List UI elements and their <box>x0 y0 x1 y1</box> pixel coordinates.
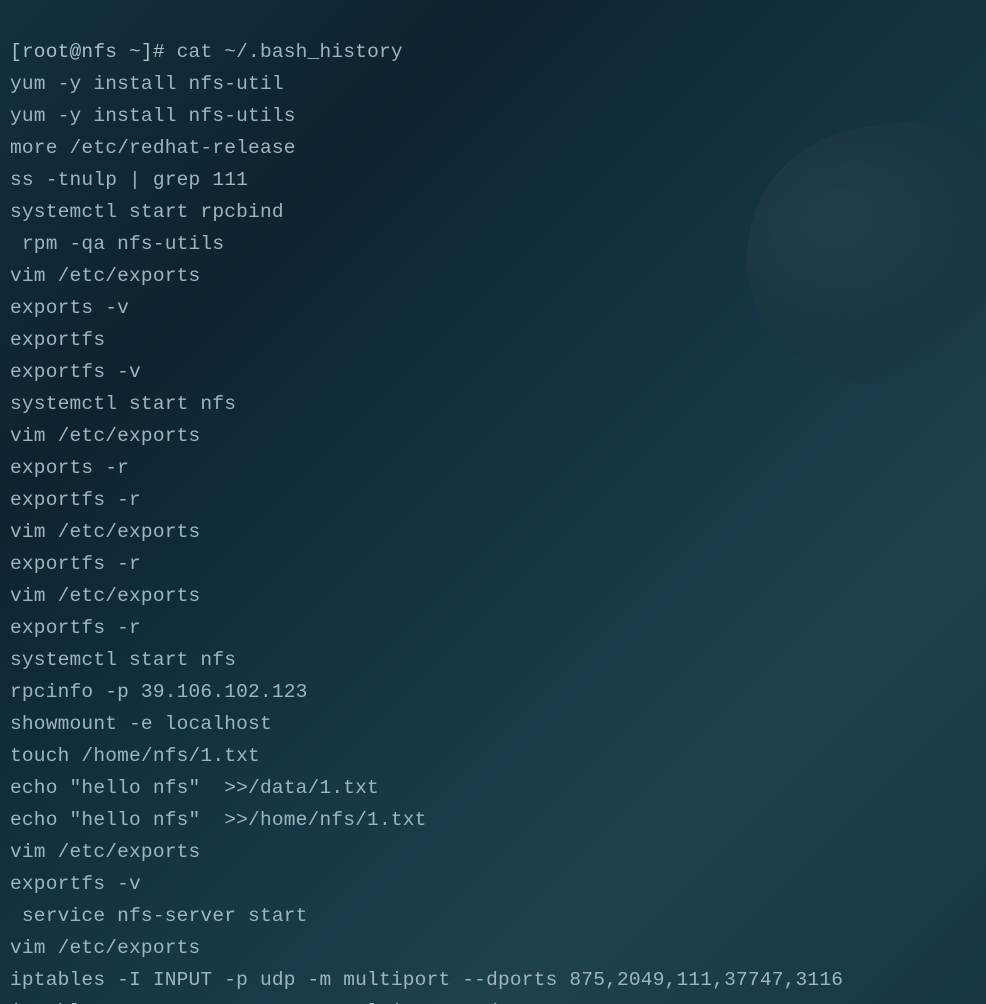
history-line: exportfs <box>10 324 976 356</box>
history-line: exportfs -r <box>10 548 976 580</box>
history-line: ss -tnulp | grep 111 <box>10 164 976 196</box>
history-line: vim /etc/exports <box>10 932 976 964</box>
history-line: systemctl start rpcbind <box>10 196 976 228</box>
history-line: rpm -qa nfs-utils <box>10 228 976 260</box>
prompt-line: [root@nfs ~]# cat ~/.bash_history <box>10 36 976 68</box>
history-line: showmount -e localhost <box>10 708 976 740</box>
history-line: yum -y install nfs-utils <box>10 100 976 132</box>
history-line: touch /home/nfs/1.txt <box>10 740 976 772</box>
terminal-output[interactable]: [root@nfs ~]# cat ~/.bash_historyyum -y … <box>0 0 986 1004</box>
history-line: vim /etc/exports <box>10 516 976 548</box>
entered-command: cat ~/.bash_history <box>177 41 403 63</box>
history-line: exportfs -r <box>10 484 976 516</box>
history-line: exportfs -r <box>10 612 976 644</box>
history-line: exportfs -v <box>10 868 976 900</box>
history-line: yum -y install nfs-util <box>10 68 976 100</box>
history-line: systemctl start nfs <box>10 388 976 420</box>
history-line: more /etc/redhat-release <box>10 132 976 164</box>
history-line: service nfs-server start <box>10 900 976 932</box>
history-line: iptables -I INPUT -p tcp -m multiport --… <box>10 996 976 1004</box>
history-line: echo "hello nfs" >>/home/nfs/1.txt <box>10 804 976 836</box>
history-line: exports -v <box>10 292 976 324</box>
history-line: vim /etc/exports <box>10 836 976 868</box>
shell-prompt: [root@nfs ~]# <box>10 41 177 63</box>
history-line: exports -r <box>10 452 976 484</box>
history-line: exportfs -v <box>10 356 976 388</box>
history-line: systemctl start nfs <box>10 644 976 676</box>
history-line: vim /etc/exports <box>10 580 976 612</box>
history-lines: yum -y install nfs-utilyum -y install nf… <box>10 68 976 1004</box>
history-line: rpcinfo -p 39.106.102.123 <box>10 676 976 708</box>
history-line: echo "hello nfs" >>/data/1.txt <box>10 772 976 804</box>
history-line: vim /etc/exports <box>10 260 976 292</box>
history-line: iptables -I INPUT -p udp -m multiport --… <box>10 964 976 996</box>
history-line: vim /etc/exports <box>10 420 976 452</box>
